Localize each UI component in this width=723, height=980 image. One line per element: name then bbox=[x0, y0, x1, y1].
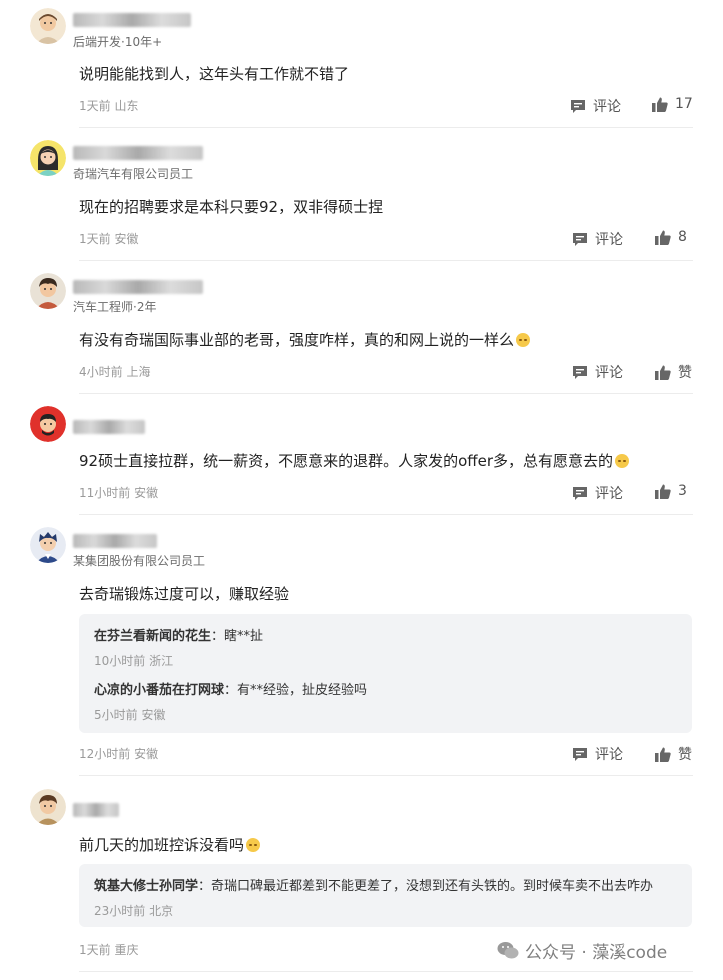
comment-time-location: 12小时前 安徽 bbox=[79, 747, 159, 761]
reply-time-location: 10小时前 浙江 bbox=[94, 654, 174, 668]
like-count: 17 bbox=[675, 96, 693, 112]
divider bbox=[79, 514, 693, 515]
like-button[interactable]: 赞 bbox=[655, 744, 692, 764]
like-button[interactable]: 赞 bbox=[655, 362, 692, 382]
like-count: 3 bbox=[678, 483, 687, 499]
comment-text: 前几天的加班控诉没看吗 bbox=[79, 834, 261, 855]
blurred-username[interactable] bbox=[73, 420, 145, 434]
like-button[interactable]: 8 bbox=[655, 229, 687, 245]
reply-author[interactable]: 心凉的小番茄在打网球 bbox=[94, 683, 224, 698]
comment-button[interactable]: 评论 bbox=[572, 229, 623, 249]
user-avatar[interactable] bbox=[30, 406, 66, 442]
comment-text-body: 前几天的加班控诉没看吗 bbox=[79, 836, 245, 854]
comment-label: 评论 bbox=[595, 486, 623, 502]
like-label: 赞 bbox=[678, 365, 692, 381]
user-meta: 奇瑞汽车有限公司员工 bbox=[73, 167, 194, 181]
divider bbox=[79, 127, 693, 128]
comment-icon bbox=[573, 232, 587, 246]
user-avatar[interactable] bbox=[30, 527, 66, 563]
comment-time-location: 4小时前 上海 bbox=[79, 365, 151, 379]
like-label: 赞 bbox=[678, 747, 692, 763]
reply-text: 瞎**扯 bbox=[224, 629, 264, 644]
smile-emoji-icon bbox=[615, 454, 629, 468]
divider bbox=[79, 775, 693, 776]
smile-emoji-icon bbox=[246, 838, 261, 852]
comment-text: 去奇瑞锻炼过度可以，赚取经验 bbox=[79, 585, 290, 603]
blurred-username[interactable] bbox=[73, 13, 191, 27]
comment-icon bbox=[571, 99, 585, 113]
reply-item[interactable]: 心凉的小番茄在打网球：有**经验，扯皮经验吗 bbox=[94, 679, 367, 698]
comment-button[interactable]: 评论 bbox=[572, 483, 623, 503]
comment-text: 现在的招聘要求是本科只要92，双非得硕士捏 bbox=[79, 198, 384, 216]
wechat-watermark: 公众号 · 藻溪code bbox=[497, 938, 667, 963]
comment-time-location: 11小时前 安徽 bbox=[79, 486, 159, 500]
user-meta: 某集团股份有限公司员工 bbox=[73, 554, 206, 568]
comment-time-location: 1天前 山东 bbox=[79, 99, 139, 113]
reply-text: 奇瑞口碑最近都差到不能更差了，没想到还有头铁的。到时候车卖不出去咋办 bbox=[211, 879, 654, 894]
like-button[interactable]: 17 bbox=[652, 96, 693, 112]
user-meta: 后端开发·10年+ bbox=[73, 35, 163, 49]
user-meta: 汽车工程师·2年 bbox=[73, 300, 157, 314]
comment-button[interactable]: 评论 bbox=[570, 96, 621, 116]
reply-author[interactable]: 在芬兰看新闻的花生 bbox=[94, 629, 211, 644]
reply-colon: ： bbox=[224, 683, 238, 698]
thumbs-up-icon bbox=[652, 97, 668, 112]
smile-emoji-icon bbox=[516, 333, 531, 347]
user-avatar[interactable] bbox=[30, 789, 66, 825]
comment-text: 有没有奇瑞国际事业部的老哥，强度咋样，真的和网上说的一样么 bbox=[79, 329, 531, 350]
thumbs-up-icon bbox=[655, 365, 671, 380]
reply-author[interactable]: 筑基大修士孙同学 bbox=[94, 879, 198, 894]
reply-time-location: 23小时前 北京 bbox=[94, 904, 174, 918]
comment-text: 说明能能找到人，这年头有工作就不错了 bbox=[79, 65, 350, 83]
comment-label: 评论 bbox=[593, 99, 621, 115]
user-avatar[interactable] bbox=[30, 273, 66, 309]
reply-item[interactable]: 筑基大修士孙同学：奇瑞口碑最近都差到不能更差了，没想到还有头铁的。到时候车卖不出… bbox=[94, 875, 653, 894]
divider bbox=[79, 393, 693, 394]
comment-text: 92硕士直接拉群，统一薪资，不愿意来的退群。人家发的offer多，总有愿意去的 bbox=[79, 450, 629, 471]
comment-icon bbox=[573, 365, 587, 379]
reply-colon: ： bbox=[198, 879, 212, 894]
wechat-icon bbox=[497, 942, 519, 959]
like-count: 8 bbox=[678, 229, 687, 245]
comment-text-body: 92硕士直接拉群，统一薪资，不愿意来的退群。人家发的offer多，总有愿意去的 bbox=[79, 452, 613, 470]
comment-label: 评论 bbox=[595, 747, 623, 763]
like-button[interactable]: 3 bbox=[655, 483, 687, 499]
thumbs-up-icon bbox=[655, 230, 671, 245]
blurred-username[interactable] bbox=[73, 534, 157, 548]
comment-time-location: 1天前 重庆 bbox=[79, 943, 139, 957]
comment-time-location: 1天前 安徽 bbox=[79, 232, 139, 246]
divider bbox=[79, 260, 693, 261]
divider bbox=[79, 971, 693, 972]
comment-button[interactable]: 评论 bbox=[572, 362, 623, 382]
comment-label: 评论 bbox=[595, 365, 623, 381]
reply-thread: 在芬兰看新闻的花生：瞎**扯 10小时前 浙江 心凉的小番茄在打网球：有**经验… bbox=[79, 614, 692, 733]
comment-label: 评论 bbox=[595, 232, 623, 248]
blurred-username[interactable] bbox=[73, 803, 119, 817]
comment-text-body: 有没有奇瑞国际事业部的老哥，强度咋样，真的和网上说的一样么 bbox=[79, 331, 515, 349]
comment-icon bbox=[573, 486, 587, 500]
thumbs-up-icon bbox=[655, 747, 671, 762]
user-avatar[interactable] bbox=[30, 8, 66, 44]
watermark-text: 公众号 · 藻溪code bbox=[525, 943, 668, 963]
reply-colon: ： bbox=[211, 629, 225, 644]
reply-item[interactable]: 在芬兰看新闻的花生：瞎**扯 bbox=[94, 625, 263, 644]
reply-time-location: 5小时前 安徽 bbox=[94, 708, 166, 722]
comment-button[interactable]: 评论 bbox=[572, 744, 623, 764]
blurred-username[interactable] bbox=[73, 280, 203, 294]
reply-thread: 筑基大修士孙同学：奇瑞口碑最近都差到不能更差了，没想到还有头铁的。到时候车卖不出… bbox=[79, 864, 692, 927]
user-avatar[interactable] bbox=[30, 140, 66, 176]
reply-text: 有**经验，扯皮经验吗 bbox=[237, 683, 368, 698]
blurred-username[interactable] bbox=[73, 146, 203, 160]
thumbs-up-icon bbox=[655, 484, 671, 499]
comment-icon bbox=[573, 747, 587, 761]
